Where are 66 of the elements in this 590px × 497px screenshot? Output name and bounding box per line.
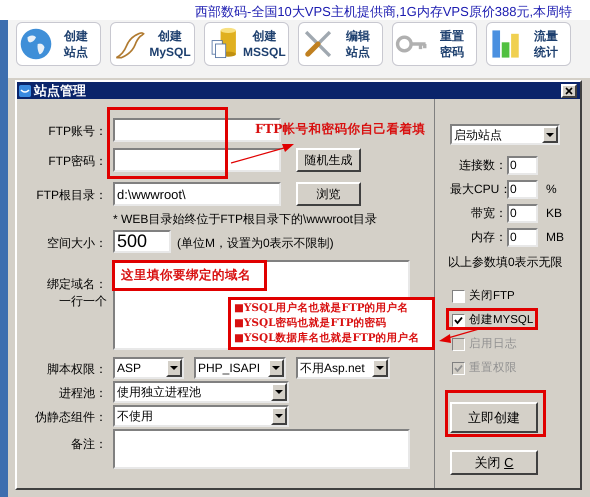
- input-field[interactable]: d:\wwwroot\: [113, 182, 281, 206]
- hint-text: (单位M，设置为0表示不限制): [177, 235, 334, 252]
- field-label: 进程池：: [58, 385, 108, 402]
- arrow: [230, 141, 296, 165]
- close-dialog-button[interactable]: 关闭 C: [450, 450, 538, 475]
- app-icon: [19, 84, 31, 96]
- annotation-text: ■YSQL密码也就是FTP的密码: [234, 316, 388, 331]
- field-label: FTP根目录：: [35, 187, 108, 204]
- dropdown[interactable]: 启动站点: [450, 124, 560, 145]
- field-label: FTP账号：: [47, 123, 108, 140]
- input-field[interactable]: 500: [113, 230, 171, 253]
- action-button[interactable]: 浏览: [296, 182, 361, 206]
- annotation-text: ■YSQL数据库名也就是FTP的用户名: [234, 331, 421, 346]
- annotation-text: FTP帐号和密码你自己看着填: [255, 120, 426, 138]
- dropdown-arrow-icon: [275, 414, 283, 418]
- field-label: 一行一个: [59, 293, 107, 310]
- input-field[interactable]: 0: [507, 180, 538, 198]
- dropdown[interactable]: 不使用: [113, 405, 289, 427]
- dropdown-arrow-icon: [170, 366, 178, 370]
- field-label: 备注：: [70, 436, 108, 453]
- close-button[interactable]: [561, 84, 577, 98]
- create-button[interactable]: 立即创建: [450, 402, 538, 433]
- dropdown-arrow-icon: [376, 366, 384, 370]
- window-title: 站点管理: [34, 83, 87, 98]
- input-field[interactable]: [113, 148, 281, 172]
- dropdown[interactable]: 不用Asp.net: [296, 357, 390, 379]
- field-label: 伪静态组件：: [34, 409, 108, 426]
- action-button[interactable]: 随机生成: [296, 148, 361, 172]
- unit-label: MB: [546, 229, 564, 246]
- toolbar-button[interactable]: 创建 MySQL: [110, 22, 195, 66]
- field-label: 内存：: [470, 229, 507, 246]
- dropdown-arrow-icon: [275, 390, 283, 394]
- checkbox[interactable]: 创建MYSQL: [452, 312, 534, 329]
- check-icon: [454, 316, 463, 325]
- toolbar-button[interactable]: 创建 站点: [16, 22, 101, 66]
- text-area[interactable]: [113, 429, 410, 469]
- field-label: 绑定域名：: [47, 276, 107, 293]
- field-label: FTP密码：: [47, 153, 108, 170]
- toolbar-button[interactable]: 编辑 站点: [298, 22, 383, 66]
- annotation-text: ■YSQL用户名也就是FTP的用户名: [234, 301, 410, 316]
- hint-text: 以上参数填0表示无限: [448, 254, 564, 271]
- globe-icon: [19, 27, 53, 61]
- field-label: 连接数：: [458, 157, 507, 174]
- dropdown[interactable]: 使用独立进程池: [113, 381, 289, 403]
- check-icon: [454, 364, 463, 373]
- field-label: 带宽：: [470, 205, 507, 222]
- unit-label: %: [546, 181, 557, 198]
- field-label: 空间大小：: [46, 235, 108, 252]
- input-field[interactable]: 0: [507, 156, 538, 174]
- dropdown-arrow-icon: [272, 366, 280, 370]
- close-icon: [565, 86, 573, 94]
- input-field[interactable]: 0: [507, 204, 538, 222]
- dropdown[interactable]: PHP_ISAPI: [194, 357, 286, 379]
- toolbar-button[interactable]: 流量 统计: [486, 22, 571, 66]
- field-label: 脚本权限：: [46, 361, 108, 378]
- checkbox[interactable]: 关闭FTP: [452, 288, 515, 305]
- note-text: * WEB目录始终位于FTP根目录下的\wwwroot目录: [113, 211, 378, 228]
- dropdown[interactable]: ASP: [113, 357, 184, 379]
- field-label: 最大CPU：: [450, 181, 507, 198]
- input-field[interactable]: 0: [507, 228, 538, 246]
- annotation-text: 这里填你要绑定的域名: [121, 266, 251, 284]
- toolbar-button[interactable]: 创建 MSSQL: [204, 22, 289, 66]
- dropdown-arrow-icon: [546, 132, 554, 136]
- toolbar-button[interactable]: 重置 密码: [392, 22, 477, 66]
- unit-label: KB: [546, 205, 562, 222]
- banner-text: 西部数码-全国10大VPS主机提供商,1G内存VPS原价388元,本周特: [195, 4, 572, 19]
